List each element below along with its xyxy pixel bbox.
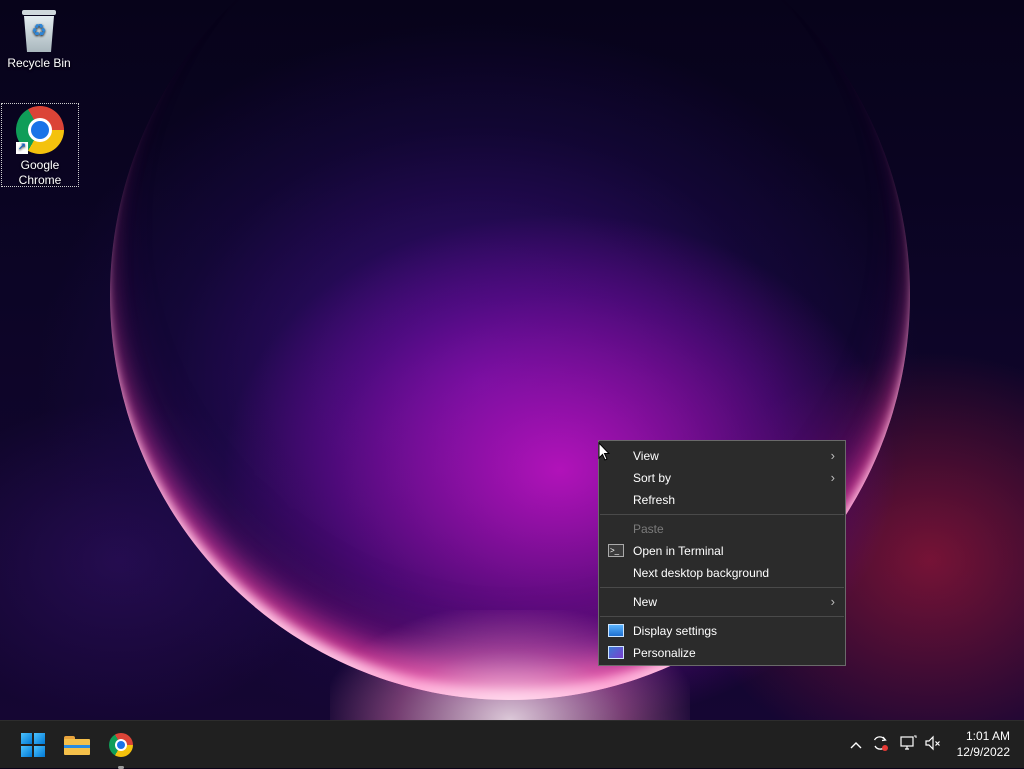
desktop-context-menu: View › Sort by › Refresh Paste >_ Open i… [598,440,846,666]
menu-item-next-desktop-background[interactable]: Next desktop background [599,562,845,584]
desktop-icon-label: Recycle Bin [7,56,71,70]
chevron-right-icon: › [830,448,835,463]
menu-separator [600,514,844,515]
clock-time: 1:01 AM [965,729,1010,743]
clock-date: 12/9/2022 [956,745,1010,759]
desktop-icon-recycle-bin[interactable]: ♻ Recycle Bin [1,6,77,76]
personalize-icon [608,646,624,659]
mouse-cursor-icon [598,442,610,461]
terminal-icon: >_ [608,544,624,557]
menu-item-open-in-terminal[interactable]: >_ Open in Terminal [599,540,845,562]
display-settings-icon [608,624,624,637]
chrome-icon [109,733,133,757]
menu-separator [600,587,844,588]
menu-item-new[interactable]: New › [599,591,845,613]
network-monitor-icon [900,735,917,750]
file-explorer-button[interactable] [61,729,93,761]
volume-muted-icon[interactable] [922,734,944,756]
taskbar: 1:01 AM 12/9/2022 [0,720,1024,769]
chevron-right-icon: › [830,470,835,485]
desktop-wallpaper[interactable] [0,0,1024,720]
menu-item-view[interactable]: View › [599,445,845,467]
network-icon[interactable] [897,734,919,756]
chrome-taskbar-button[interactable] [105,729,137,769]
system-clock[interactable]: 1:01 AM 12/9/2022 [946,728,1010,760]
windows-logo-icon [21,733,45,757]
chevron-right-icon: › [830,594,835,609]
menu-item-personalize[interactable]: Personalize [599,642,845,664]
speaker-muted-icon [925,735,940,751]
desktop-icon-label: Google Chrome [18,158,62,187]
sync-icon-glyph [873,736,888,751]
sync-icon[interactable] [869,734,891,756]
chevron-up-icon [850,742,862,749]
menu-item-paste: Paste [633,522,664,536]
start-button[interactable] [17,729,49,761]
folder-icon [64,736,90,755]
desktop-icon-google-chrome[interactable]: ↗ Google Chrome [1,103,79,187]
show-hidden-icons-chevron[interactable] [845,734,867,756]
recycle-bin-icon: ♻ [21,10,57,52]
menu-item-refresh[interactable]: Refresh [599,489,845,511]
menu-item-sort-by[interactable]: Sort by › [599,467,845,489]
shortcut-arrow-icon: ↗ [16,142,28,154]
menu-separator [600,616,844,617]
menu-item-display-settings[interactable]: Display settings [599,620,845,642]
